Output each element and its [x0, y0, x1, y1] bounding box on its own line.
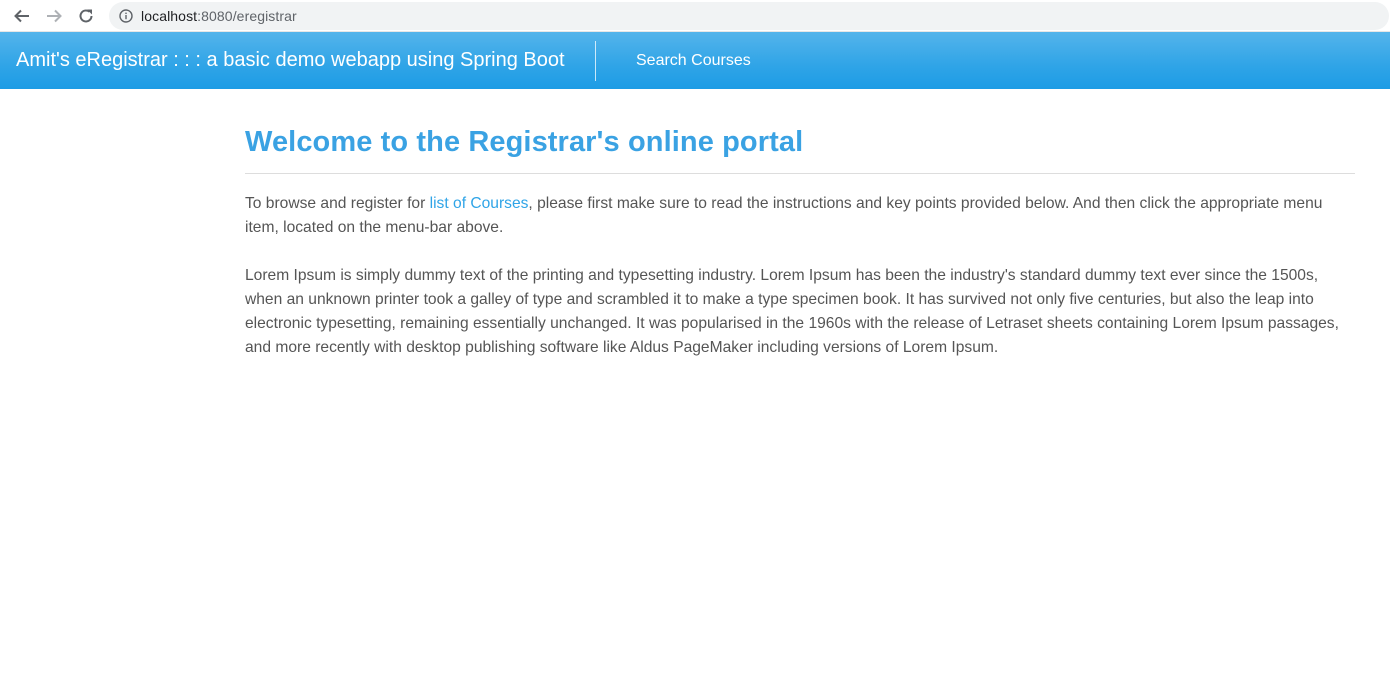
- brand-link[interactable]: Amit's eRegistrar : : : a basic demo web…: [0, 49, 595, 72]
- url-text[interactable]: localhost:8080/eregistrar: [141, 8, 297, 24]
- list-of-courses-link[interactable]: list of Courses: [430, 195, 529, 212]
- app-navbar: Amit's eRegistrar : : : a basic demo web…: [0, 32, 1390, 89]
- forward-button[interactable]: [43, 5, 65, 27]
- back-button[interactable]: [11, 5, 33, 27]
- forward-arrow-icon: [47, 9, 62, 22]
- browser-toolbar: localhost:8080/eregistrar: [0, 0, 1390, 32]
- reload-button[interactable]: [75, 5, 97, 27]
- navbar-divider: [595, 40, 596, 81]
- lorem-paragraph: Lorem Ipsum is simply dummy text of the …: [245, 267, 1339, 356]
- main-content: Welcome to the Registrar's online portal…: [245, 126, 1355, 360]
- intro-paragraph: To browse and register for list of Cours…: [245, 192, 1355, 240]
- url-path: :8080/eregistrar: [197, 7, 297, 24]
- info-icon: [119, 8, 133, 23]
- back-arrow-icon: [14, 9, 29, 22]
- intro-text-before: To browse and register for: [245, 195, 430, 212]
- url-host: localhost: [141, 7, 198, 24]
- search-courses-link[interactable]: Search Courses: [636, 52, 751, 70]
- reload-icon: [79, 8, 93, 22]
- address-bar[interactable]: localhost:8080/eregistrar: [109, 1, 1389, 30]
- page-title: Welcome to the Registrar's online portal: [245, 126, 1355, 174]
